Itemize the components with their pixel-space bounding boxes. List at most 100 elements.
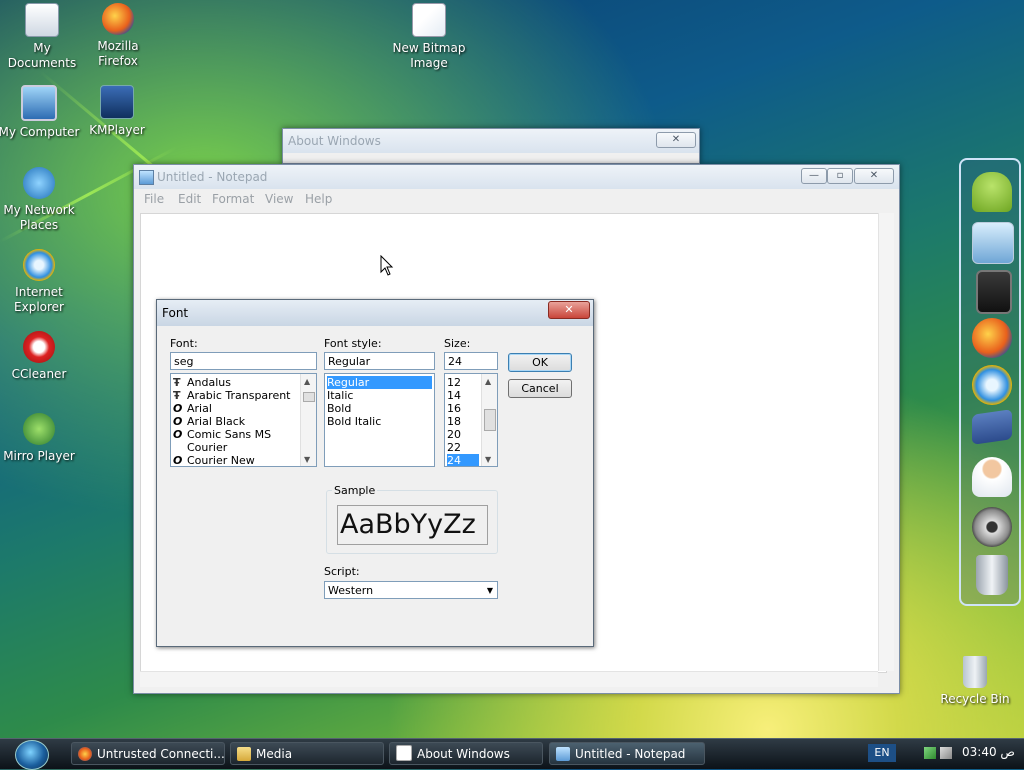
support-user-icon[interactable] <box>972 457 1012 497</box>
minimize-button[interactable]: — <box>801 168 827 184</box>
script-select[interactable]: Western ▼ <box>324 581 498 599</box>
scroll-thumb[interactable] <box>484 409 496 431</box>
vertical-scrollbar[interactable] <box>878 213 894 671</box>
my-computer-icon <box>21 85 57 121</box>
taskbar: Untrusted Connecti... Media About Window… <box>0 738 1024 770</box>
desktop-icon-mirro-player[interactable]: Mirro Player <box>0 413 81 464</box>
horizontal-scrollbar[interactable] <box>140 671 878 687</box>
font-style-list[interactable]: Regular Italic Bold Bold Italic <box>324 373 435 467</box>
desktop-icon-new-bitmap[interactable]: New Bitmap Image <box>387 3 471 71</box>
list-item[interactable]: Bold Italic <box>327 415 416 428</box>
desktop-icon-label: Mirro Player <box>3 449 75 463</box>
list-item[interactable]: O Comic Sans MS <box>173 428 298 441</box>
firefox-icon <box>78 747 92 761</box>
taskbar-button-media[interactable]: Media <box>230 742 384 765</box>
list-item[interactable]: 22 <box>447 441 479 454</box>
list-item-selected[interactable]: Regular <box>327 376 432 389</box>
close-button[interactable]: ✕ <box>854 168 894 184</box>
list-item[interactable]: 18 <box>447 415 479 428</box>
desktop-icon-recycle-bin[interactable]: Recycle Bin <box>933 656 1017 707</box>
taskbar-button-notepad[interactable]: Untitled - Notepad <box>549 742 705 765</box>
desktop-icon-ccleaner[interactable]: CCleaner <box>0 331 81 382</box>
desktop-icon-label: KMPlayer <box>89 123 145 137</box>
windows-orb-icon[interactable] <box>15 740 49 770</box>
scroll-up-arrow-icon[interactable]: ▲ <box>485 377 491 386</box>
close-icon: ✕ <box>869 170 879 181</box>
list-item[interactable]: O Arial Black <box>173 415 298 428</box>
list-item[interactable]: 14 <box>447 389 479 402</box>
about-windows-window[interactable]: About Windows ✕ <box>282 128 700 164</box>
notepad-titlebar[interactable]: Untitled - Notepad — ▫ ✕ <box>134 165 899 189</box>
scroll-thumb[interactable] <box>303 392 315 402</box>
font-dialog[interactable]: Font ✕ Font: seg Ŧ Andalus Ŧ Arabic Transp… <box>156 299 594 647</box>
close-button[interactable]: ✕ <box>656 132 696 148</box>
list-item-selected[interactable]: 24 <box>447 454 479 466</box>
menu-edit[interactable]: Edit <box>178 192 201 206</box>
settings-gear-icon[interactable] <box>972 507 1012 547</box>
desktop-icon-my-documents[interactable]: My Documents <box>0 3 84 71</box>
taskbar-button-label: Media <box>256 747 293 761</box>
facebook-icon[interactable] <box>972 409 1012 445</box>
firefox-icon[interactable] <box>972 318 1012 358</box>
scroll-down-arrow-icon[interactable]: ▼ <box>304 455 310 464</box>
about-windows-titlebar[interactable]: About Windows ✕ <box>283 129 699 153</box>
desktop-icon-network-places[interactable]: My Network Places <box>0 167 81 233</box>
menu-view[interactable]: View <box>265 192 293 206</box>
list-item[interactable]: 16 <box>447 402 479 415</box>
list-item[interactable]: O Courier New <box>173 454 298 467</box>
desktop-icon-firefox[interactable]: Mozilla Firefox <box>76 3 160 69</box>
opentype-font-icon: O <box>173 428 183 441</box>
desktop-icon-label: Internet Explorer <box>14 285 64 314</box>
font-name: Courier <box>187 441 228 454</box>
computer-network-icon[interactable] <box>972 222 1014 264</box>
ipad-icon[interactable] <box>976 270 1012 314</box>
font-list[interactable]: Ŧ Andalus Ŧ Arabic Transparent O Arial O Ari… <box>170 373 317 467</box>
list-item[interactable]: Italic <box>327 389 416 402</box>
scroll-down-arrow-icon[interactable]: ▼ <box>485 455 491 464</box>
side-dock <box>959 158 1021 606</box>
desktop-icon-kmplayer[interactable]: KMPlayer <box>75 85 159 138</box>
menu-format[interactable]: Format <box>212 192 254 206</box>
list-item[interactable]: O Arial <box>173 402 298 415</box>
list-item[interactable]: 12 <box>447 376 479 389</box>
taskbar-button-firefox[interactable]: Untrusted Connecti... <box>71 742 225 765</box>
desktop-icon-internet-explorer[interactable]: Internet Explorer <box>0 249 81 315</box>
font-size-list[interactable]: 12 14 16 18 20 22 24 ▲ ▼ <box>444 373 498 467</box>
list-item[interactable]: 20 <box>447 428 479 441</box>
language-indicator[interactable]: EN <box>868 744 896 762</box>
close-button[interactable]: ✕ <box>548 301 590 319</box>
menu-help[interactable]: Help <box>305 192 332 206</box>
font-list-scrollbar[interactable]: ▲ ▼ <box>300 374 316 466</box>
volume-tray-icon[interactable] <box>940 747 952 759</box>
menu-file[interactable]: File <box>144 192 164 206</box>
font-name-input[interactable]: seg <box>170 352 317 370</box>
taskbar-button-label: Untitled - Notepad <box>575 747 686 761</box>
opentype-font-icon: O <box>173 454 183 467</box>
truetype-font-icon: Ŧ <box>173 389 181 402</box>
font-style-input[interactable]: Regular <box>324 352 435 370</box>
my-documents-icon <box>25 3 59 37</box>
maximize-button[interactable]: ▫ <box>827 168 853 184</box>
network-tray-icon[interactable] <box>924 747 936 759</box>
ok-button[interactable]: OK <box>508 353 572 372</box>
taskbar-button-about-windows[interactable]: About Windows <box>389 742 543 765</box>
notepad-icon <box>139 170 154 185</box>
list-item[interactable]: Ŧ Arabic Transparent <box>173 389 298 402</box>
list-item[interactable]: Bold <box>327 402 416 415</box>
internet-explorer-icon[interactable] <box>972 365 1012 405</box>
list-item[interactable]: Ŧ Andalus <box>173 376 298 389</box>
font-dialog-titlebar[interactable]: Font ✕ <box>157 300 593 326</box>
list-item[interactable]: Courier <box>173 441 298 454</box>
clock[interactable]: 03:40 ص <box>962 745 1015 759</box>
size-list-scrollbar[interactable]: ▲ ▼ <box>481 374 497 466</box>
cancel-button[interactable]: Cancel <box>508 379 572 398</box>
scroll-up-arrow-icon[interactable]: ▲ <box>304 377 310 386</box>
font-size-input[interactable]: 24 <box>444 352 498 370</box>
font-style-label: Font style: <box>324 337 382 350</box>
trash-can-icon[interactable] <box>976 555 1008 595</box>
chevron-down-icon: ▼ <box>486 586 493 595</box>
android-icon[interactable] <box>972 172 1012 212</box>
mirro-player-icon <box>23 413 55 445</box>
desktop-icon-my-computer[interactable]: My Computer <box>0 85 81 140</box>
font-name: Arabic Transparent <box>187 389 291 402</box>
